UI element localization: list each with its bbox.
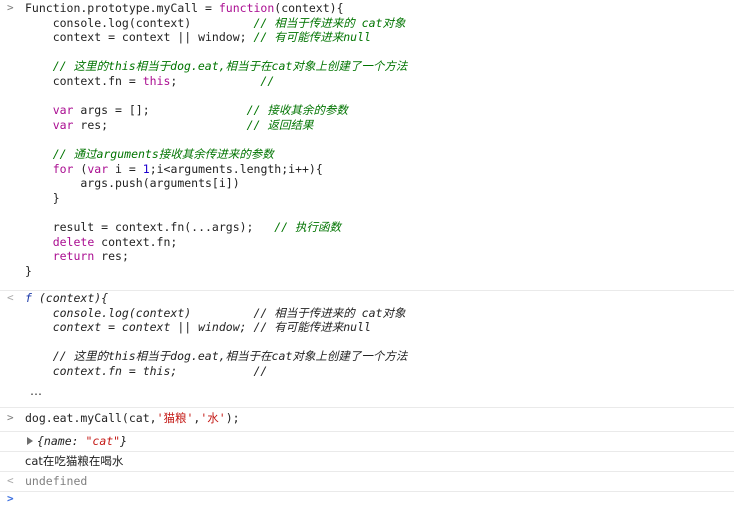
result-value: undefined: [25, 474, 88, 488]
code-line: dog.eat.myCall(cat,'猫粮','水');: [25, 411, 240, 426]
code-token: var: [52, 103, 74, 118]
code-line: var res; // 返回结果: [25, 118, 407, 133]
code-line: args.push(arguments[i]): [25, 176, 407, 191]
code-token: result = context.fn(...args);: [25, 219, 275, 234]
console-input-entry: > Function.prototype.myCall = function(c…: [0, 0, 734, 291]
code-line: context.fn = this; //: [25, 364, 407, 379]
code-token: context = context || window;: [25, 30, 254, 45]
code-token: // 执行函数: [274, 219, 342, 234]
code-line: console.log(context) // 相当于传进来的 cat对象: [25, 16, 407, 31]
expand-triangle-icon[interactable]: [27, 437, 33, 445]
code-line: // 这里的this相当于dog.eat,相当于在cat对象上创建了一个方法: [25, 59, 408, 74]
code-line: dog.eat.myCall(cat,'猫粮','水');: [25, 411, 240, 426]
code-token: context.fn;: [94, 234, 178, 249]
code-token: console.log(context): [25, 15, 254, 30]
code-line: console.log(context) // 相当于传进来的 cat对象: [25, 306, 407, 321]
object-value: "cat": [85, 434, 121, 448]
code-token: dog.eat.myCall(cat,: [25, 411, 157, 425]
code-token: ;: [170, 73, 261, 88]
code-token: i =: [108, 161, 143, 176]
code-token: args.push(arguments[i]): [25, 176, 240, 191]
code-token: // 这里的this相当于dog.eat,相当于在cat对象上创建了一个方法: [25, 59, 408, 74]
object-prefix: {name:: [37, 434, 86, 448]
output-prompt-icon: <: [7, 474, 14, 487]
code-token: f: [25, 291, 32, 305]
input-prompt-icon: >: [7, 1, 14, 14]
code-token: Function.prototype.myCall =: [25, 1, 219, 15]
code-token: (context){: [274, 1, 344, 15]
code-token: var: [52, 117, 74, 132]
devtools-console: > Function.prototype.myCall = function(c…: [0, 0, 734, 509]
code-token: console.log(context) // 相当于传进来的 cat对象: [25, 305, 406, 320]
console-prompt-line[interactable]: >: [0, 491, 734, 509]
code-token: function: [218, 1, 275, 15]
console-input-entry: > dog.eat.myCall(cat,'猫粮','水');: [0, 407, 734, 432]
code-line: context = context || window; // 有可能传进来nu…: [25, 30, 407, 45]
prompt-chevron-icon: >: [7, 492, 14, 505]
code-line: }: [25, 191, 407, 206]
truncation-ellipsis[interactable]: …: [30, 384, 42, 398]
console-output-entry[interactable]: < f (context){ console.log(context) // 相…: [0, 290, 734, 408]
code-line: Function.prototype.myCall = function(con…: [25, 1, 407, 16]
code-token: res;: [73, 117, 247, 132]
function-preview: f (context){ console.log(context) // 相当于…: [25, 291, 407, 379]
code-line: // 这里的this相当于dog.eat,相当于在cat对象上创建了一个方法: [25, 349, 408, 364]
code-token: context.fn = this; //: [25, 363, 268, 378]
code-token: context = context || window; // 有可能传进来nu…: [25, 320, 371, 335]
code-line: return res;: [25, 249, 407, 264]
code-line: context.fn = this; //: [25, 74, 407, 89]
code-token: //: [260, 73, 275, 88]
code-token: }: [25, 190, 60, 205]
code-token: delete: [52, 234, 95, 249]
code-token: context.fn =: [25, 73, 143, 88]
code-token: (: [73, 161, 88, 176]
code-token: // 这里的this相当于dog.eat,相当于在cat对象上创建了一个方法: [25, 349, 408, 364]
code-token: // 有可能传进来null: [253, 30, 371, 45]
code-line: result = context.fn(...args); // 执行函数: [25, 220, 407, 235]
code-line: var args = []; // 接收其余的参数: [25, 103, 407, 118]
log-message: cat在吃猫粮在喝水: [25, 454, 124, 468]
code-token: this: [142, 73, 171, 88]
code-token: ;i<arguments.length;i++){: [149, 161, 323, 176]
code-token: for: [52, 161, 74, 176]
output-prompt-icon: <: [7, 291, 14, 304]
code-token: // 相当于传进来的 cat对象: [253, 15, 406, 30]
console-log-object-entry[interactable]: {name: "cat"}: [0, 431, 734, 452]
code-token: '水': [200, 411, 226, 425]
code-line: context = context || window; // 有可能传进来nu…: [25, 320, 407, 335]
code-line: delete context.fn;: [25, 235, 407, 250]
object-preview[interactable]: {name: "cat"}: [27, 434, 127, 449]
code-token: // 返回结果: [246, 117, 314, 132]
code-token: var: [87, 161, 109, 176]
code-token: );: [225, 411, 240, 425]
code-token: 1: [142, 161, 150, 176]
code-token: }: [25, 263, 32, 278]
code-line: for (var i = 1;i<arguments.length;i++){: [25, 162, 407, 177]
code-block: Function.prototype.myCall = function(con…: [25, 1, 407, 278]
input-prompt-icon: >: [7, 411, 14, 424]
code-token: // 接收其余的参数: [246, 103, 348, 118]
code-line: f (context){: [25, 291, 407, 306]
code-token: args = [];: [73, 103, 247, 118]
code-token: '猫粮': [156, 411, 194, 425]
code-token: // 通过arguments接收其余传进来的参数: [25, 146, 274, 161]
code-token: res;: [94, 249, 129, 264]
code-line: // 通过arguments接收其余传进来的参数: [25, 147, 407, 162]
code-line: }: [25, 264, 407, 279]
code-token: return: [52, 249, 95, 264]
code-token: (context){: [31, 291, 109, 305]
console-log-entry: cat在吃猫粮在喝水: [0, 451, 734, 472]
object-suffix: }: [120, 434, 128, 448]
console-result-entry: < undefined: [0, 471, 734, 492]
